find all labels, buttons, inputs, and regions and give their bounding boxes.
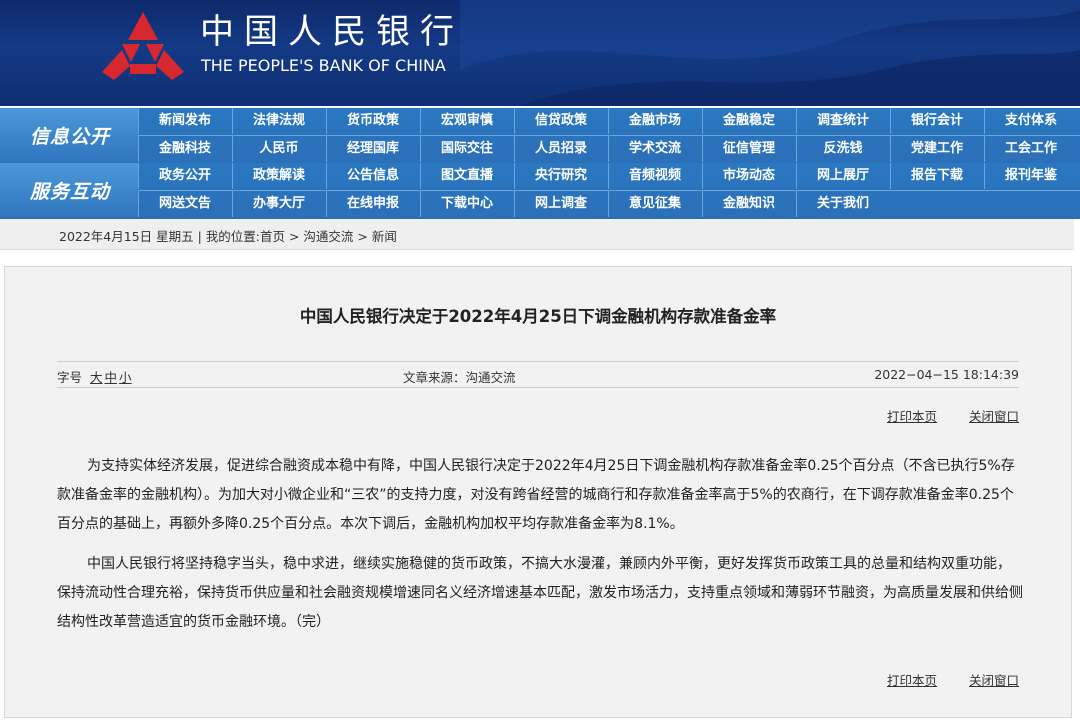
site-title-cn: 中国人民银行 xyxy=(200,12,464,52)
nav-link[interactable]: 人员招录 xyxy=(514,136,607,162)
nav-link[interactable]: 网上调查 xyxy=(514,191,607,217)
nav-link[interactable]: 金融市场 xyxy=(608,108,701,134)
nav-link[interactable]: 银行会计 xyxy=(890,108,983,134)
nav-link[interactable]: 网上展厅 xyxy=(796,163,889,189)
breadcrumb-bar: 2022年4月15日 星期五 | 我的位置:首页 > 沟通交流 > 新闻 xyxy=(0,219,1074,250)
nav-link[interactable]: 货币政策 xyxy=(326,108,419,134)
nav-link[interactable]: 调查统计 xyxy=(796,108,889,134)
nav-links: 新闻发布 法律法规 货币政策 宏观审慎 信贷政策 金融市场 金融稳定 调查统计 … xyxy=(138,108,1080,162)
font-size-control: 字号 大中小 xyxy=(57,367,132,386)
nav-section-label: 服务互动 xyxy=(0,163,138,217)
print-page-link[interactable]: 打印本页 xyxy=(887,673,937,688)
nav-link[interactable]: 央行研究 xyxy=(514,163,607,189)
article-datetime: 2022−04−15 18:14:39 xyxy=(874,367,1019,382)
meta-divider xyxy=(57,361,1019,362)
nav-link[interactable]: 音频视频 xyxy=(608,163,701,189)
nav-link[interactable]: 信贷政策 xyxy=(514,108,607,134)
nav-section-title: 信息公开 xyxy=(30,126,111,148)
font-size-label: 字号 xyxy=(57,370,83,385)
nav-link[interactable]: 学术交流 xyxy=(608,136,701,162)
nav-link[interactable]: 网送文告 xyxy=(138,191,231,217)
nav-link[interactable]: 宏观审慎 xyxy=(420,108,513,134)
nav-link[interactable]: 在线申报 xyxy=(326,191,419,217)
nav-link[interactable]: 市场动态 xyxy=(702,163,795,189)
nav-link[interactable]: 办事大厅 xyxy=(232,191,325,217)
nav-link[interactable]: 征信管理 xyxy=(702,136,795,162)
pboc-logo-icon xyxy=(102,12,184,80)
nav-link[interactable]: 国际交往 xyxy=(420,136,513,162)
nav-link[interactable]: 工会工作 xyxy=(984,136,1077,162)
font-size-medium-link[interactable]: 中 xyxy=(105,370,118,385)
nav-link[interactable]: 党建工作 xyxy=(890,136,983,162)
nav-section-title: 服务互动 xyxy=(30,181,111,203)
nav-link[interactable]: 金融科技 xyxy=(138,136,231,162)
article-actions-top: 打印本页 关闭窗口 xyxy=(859,406,1019,425)
nav-link[interactable]: 报刊年鉴 xyxy=(984,163,1077,189)
article-panel: 中国人民银行决定于2022年4月25日下调金融机构存款准备金率 字号 大中小 文… xyxy=(4,266,1072,718)
nav-link[interactable]: 反洗钱 xyxy=(796,136,889,162)
nav-section-label: 信息公开 xyxy=(0,108,138,162)
nav-link[interactable]: 法律法规 xyxy=(232,108,325,134)
nav-section-service: 服务互动 政务公开 政策解读 公告信息 图文直播 央行研究 音频视频 市场动态 … xyxy=(0,163,1080,219)
article-paragraph: 中国人民银行将坚持稳字当头，稳中求进，继续实施稳健的货币政策，不搞大水漫灌，兼顾… xyxy=(57,556,1023,630)
article-actions-bottom: 打印本页 关闭窗口 xyxy=(859,670,1019,689)
nav-section-info-public: 信息公开 新闻发布 法律法规 货币政策 宏观审慎 信贷政策 金融市场 金融稳定 … xyxy=(0,108,1080,164)
nav-link[interactable]: 公告信息 xyxy=(326,163,419,189)
nav-link[interactable]: 政策解读 xyxy=(232,163,325,189)
site-title-en: THE PEOPLE'S BANK OF CHINA xyxy=(201,56,446,75)
breadcrumb: 2022年4月15日 星期五 | 我的位置:首页 > 沟通交流 > 新闻 xyxy=(59,229,397,244)
nav-link[interactable]: 政务公开 xyxy=(138,163,231,189)
font-size-large-link[interactable]: 大 xyxy=(90,370,103,385)
site-banner: 中国人民银行 THE PEOPLE'S BANK OF CHINA xyxy=(0,0,1080,106)
banner-decoration xyxy=(460,0,1080,106)
nav-link[interactable]: 支付体系 xyxy=(984,108,1077,134)
nav-link[interactable]: 金融知识 xyxy=(702,191,795,217)
nav-link[interactable]: 经理国库 xyxy=(326,136,419,162)
article-paragraph: 为支持实体经济发展，促进综合融资成本稳中有降，中国人民银行决定于2022年4月2… xyxy=(57,458,1015,532)
nav-link[interactable]: 新闻发布 xyxy=(138,108,231,134)
nav-link[interactable]: 图文直播 xyxy=(420,163,513,189)
close-window-link[interactable]: 关闭窗口 xyxy=(969,673,1019,688)
meta-divider xyxy=(57,387,1019,388)
article-title: 中国人民银行决定于2022年4月25日下调金融机构存款准备金率 xyxy=(299,307,777,326)
close-window-link[interactable]: 关闭窗口 xyxy=(969,409,1019,424)
article-source: 文章来源：沟通交流 xyxy=(403,370,516,385)
nav-link[interactable]: 关于我们 xyxy=(796,191,889,217)
nav-link[interactable]: 意见征集 xyxy=(608,191,701,217)
print-page-link[interactable]: 打印本页 xyxy=(887,409,937,424)
nav-link[interactable]: 人民币 xyxy=(232,136,325,162)
nav-links: 政务公开 政策解读 公告信息 图文直播 央行研究 音频视频 市场动态 网上展厅 … xyxy=(138,163,1080,217)
font-size-small-link[interactable]: 小 xyxy=(119,370,132,385)
nav-link[interactable]: 金融稳定 xyxy=(702,108,795,134)
nav-link[interactable]: 下载中心 xyxy=(420,191,513,217)
nav-link[interactable]: 报告下载 xyxy=(890,163,983,189)
